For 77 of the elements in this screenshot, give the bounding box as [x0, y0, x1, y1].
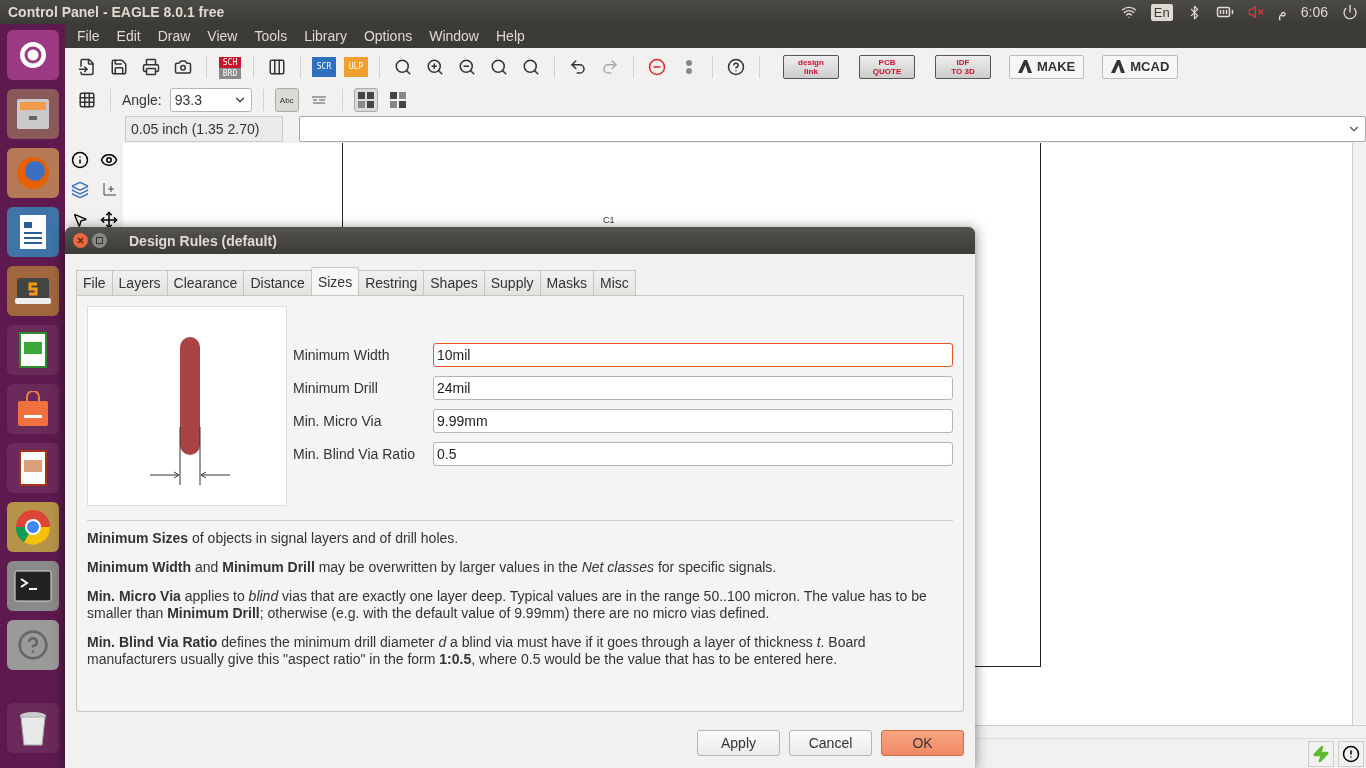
angle-combo[interactable]: 93.3 — [169, 88, 252, 112]
terminal-icon[interactable] — [6, 561, 59, 611]
menu-item[interactable]: View — [207, 28, 247, 44]
grid-readout: 0.05 inch (1.35 2.70) — [125, 116, 283, 142]
menu-item[interactable]: Edit — [116, 28, 150, 44]
clock: 6:06 — [1300, 4, 1328, 20]
file-cabinet-icon[interactable] — [6, 89, 59, 139]
tab[interactable]: Masks — [539, 270, 594, 295]
menu-item[interactable]: Help — [496, 28, 534, 44]
service-button[interactable]: design link — [783, 54, 839, 79]
action-button[interactable]: MAKE — [1009, 54, 1085, 79]
window-title: Control Panel - EAGLE 8.0.1 free — [8, 4, 226, 20]
help-paragraph: Minimum Sizes of objects in signal layers and of drill holes. — [87, 530, 460, 547]
fox-globe-icon[interactable] — [6, 148, 59, 198]
tab[interactable]: Restring — [358, 270, 425, 295]
select-icon[interactable] — [71, 212, 88, 228]
alert-icon[interactable] — [1338, 740, 1364, 767]
menu-item[interactable]: Options — [363, 28, 422, 44]
field-label: Min. Micro Via — [293, 413, 383, 429]
document-icon[interactable] — [6, 207, 59, 257]
layers-icon[interactable] — [70, 181, 89, 199]
eye-icon[interactable] — [99, 151, 118, 169]
dialog-button[interactable]: Apply — [697, 730, 780, 756]
menu-item[interactable]: Tools — [254, 28, 297, 44]
move-icon[interactable] — [99, 211, 118, 229]
dialog-title: Design Rules (default) — [129, 232, 277, 249]
tab[interactable]: Supply — [483, 270, 541, 295]
shopping-bag-icon[interactable] — [6, 384, 59, 434]
menu-item[interactable]: Window — [429, 28, 488, 44]
tab[interactable]: Shapes — [423, 270, 485, 295]
maximize-button[interactable] — [92, 233, 107, 248]
tab[interactable]: File — [76, 270, 113, 295]
menu-item[interactable]: Library — [304, 28, 356, 44]
text-mode-button[interactable]: Abc — [274, 88, 299, 112]
close-icon — [77, 237, 84, 244]
dialog-button[interactable]: Cancel — [789, 730, 872, 756]
part-label: C1 — [603, 215, 615, 225]
command-field[interactable] — [299, 116, 1366, 142]
service-button[interactable]: IDF TO 3D — [935, 54, 991, 79]
input-field[interactable]: 9.99mm — [433, 409, 953, 433]
field-label: Min. Blind Via Ratio — [293, 446, 416, 462]
ok-button[interactable]: OK — [881, 730, 964, 756]
field-label: Minimum Width — [293, 347, 391, 363]
text-editor-icon[interactable] — [6, 266, 59, 316]
tab[interactable]: Layers — [111, 270, 168, 295]
mirrored-text-icon — [310, 95, 327, 105]
info-icon[interactable] — [70, 151, 89, 169]
tab[interactable]: Clearance — [166, 270, 245, 295]
clock-period: م — [1277, 4, 1287, 20]
input-field[interactable]: 24mil — [433, 376, 953, 400]
square-icon — [96, 237, 103, 244]
layout-button[interactable] — [353, 88, 378, 112]
spreadsheet-icon[interactable] — [6, 325, 59, 375]
power-icon[interactable] — [1342, 4, 1358, 20]
keyboard-layout-indicator[interactable]: En — [1150, 3, 1173, 21]
service-button[interactable]: PCB QUOTE — [859, 54, 915, 79]
menu-item[interactable]: Draw — [157, 28, 200, 44]
close-button[interactable] — [73, 233, 88, 248]
help-paragraph: Min. Blind Via Ratio defines the minimum drill diameter d a blind via must have if it goes through a layer of thickness t. Board manufacturers usually give this "aspect ratio" in the form 1:0.5, where 0.5 would be the value that has to be entered here. — [87, 634, 867, 668]
trash-icon[interactable] — [6, 703, 59, 753]
help-paragraph: Minimum Width and Minimum Drill may be overwritten by larger values in the Net classes for specific signals. — [87, 559, 778, 576]
help-paragraph: Min. Micro Via applies to blind vias that are exactly one layer deep. Typical values are in the range 50..100 micron. The value has to be smaller than Minimum Drill; otherwise (e.g. with the default value of 9.99mm) there are no micro vias defined. — [87, 588, 928, 622]
presentation-icon[interactable] — [6, 443, 59, 493]
angle-label: Angle: — [122, 92, 162, 108]
action-button[interactable]: MCAD — [1102, 54, 1179, 79]
tab[interactable]: Misc — [593, 270, 636, 295]
tab[interactable]: Distance — [243, 270, 312, 295]
menu-item[interactable]: File — [77, 28, 109, 44]
field-label: Minimum Drill — [293, 380, 379, 396]
tab[interactable]: Sizes — [310, 267, 360, 295]
input-field[interactable]: 0.5 — [433, 442, 953, 466]
script-button[interactable]: SCR — [312, 56, 336, 77]
schematic-board-switch[interactable]: SCH BRD — [218, 55, 242, 78]
letter-a-logo-icon — [1018, 60, 1032, 73]
input-field[interactable]: 10mil — [433, 343, 953, 367]
letter-a-logo-icon — [1111, 60, 1126, 73]
wifi-icon[interactable] — [1120, 4, 1137, 20]
